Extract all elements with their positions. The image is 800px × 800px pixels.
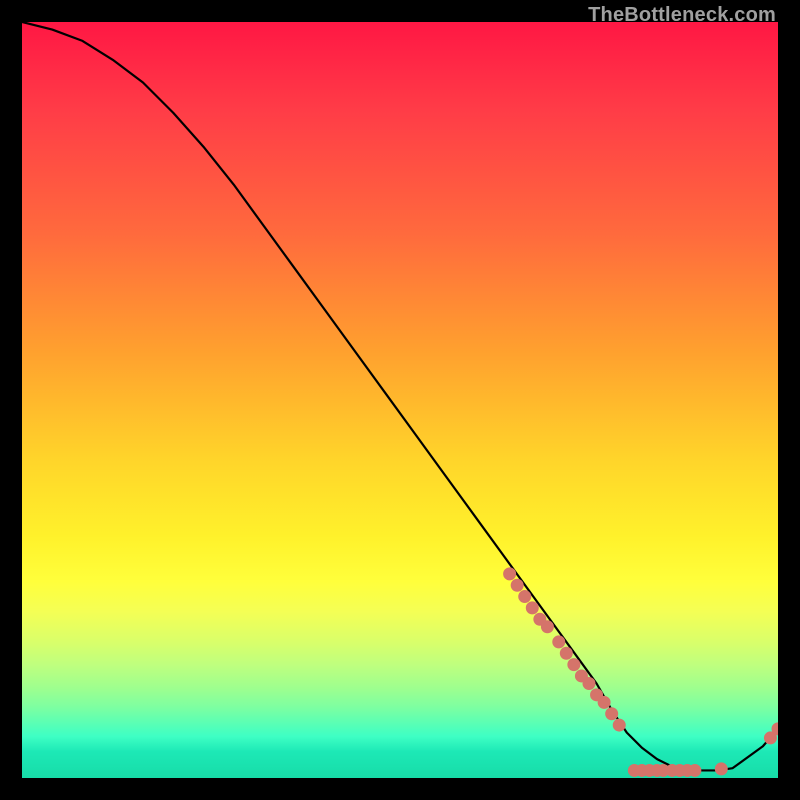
data-point [598,696,610,708]
bottleneck-curve [22,22,778,770]
data-point [606,708,618,720]
data-point [583,678,595,690]
data-point [715,763,727,775]
data-point [541,621,553,633]
data-point [504,568,516,580]
data-point [613,719,625,731]
plot-area [22,22,778,778]
data-point [511,579,523,591]
data-point [560,647,572,659]
data-point [519,591,531,603]
chart-stage: TheBottleneck.com [0,0,800,800]
data-point [553,636,565,648]
data-point [526,602,538,614]
chart-overlay-svg [22,22,778,778]
data-point [568,659,580,671]
data-point [689,764,701,776]
